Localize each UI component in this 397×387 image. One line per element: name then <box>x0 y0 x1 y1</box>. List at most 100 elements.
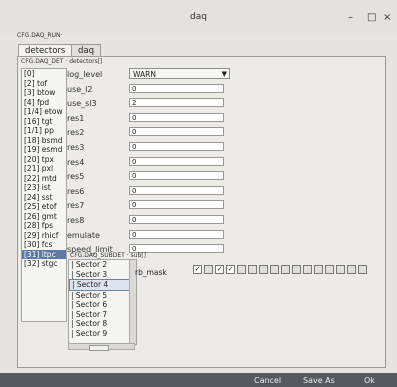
field-label: res4 <box>67 157 85 167</box>
subdet-item[interactable]: | Sector 6 <box>69 300 136 310</box>
detector-item[interactable]: [29] rhicf <box>22 231 66 241</box>
field-input[interactable]: 0 <box>129 127 224 137</box>
detector-item[interactable]: [1/1] pp <box>22 126 66 136</box>
field-row: res2 0 <box>67 126 367 138</box>
field-input[interactable]: 0 <box>129 215 224 224</box>
subdet-list[interactable]: | Sector 2 | Sector 3 | Sector 4 | Sector 5… <box>68 259 137 345</box>
detector-item[interactable]: [21] pxl <box>22 164 66 174</box>
subdet-item[interactable]: | Sector 8 <box>69 319 136 329</box>
field-label: res3 <box>67 143 85 152</box>
scroll-thumb[interactable] <box>89 345 109 351</box>
detector-item[interactable]: [1/4] etow <box>22 107 66 117</box>
detector-item[interactable]: [0] <box>22 69 66 79</box>
detector-item[interactable]: [31] itpc <box>22 249 66 259</box>
field-label: log_level <box>67 70 103 79</box>
rb-mask-checkbox[interactable] <box>325 265 334 274</box>
field-row: res7 0 <box>67 199 367 211</box>
rb-mask-checkbox[interactable] <box>270 265 279 274</box>
field-label: use_l2 <box>67 84 93 94</box>
detector-item[interactable]: [28] fps <box>22 221 66 231</box>
rb-mask-checkbox[interactable] <box>314 265 323 274</box>
rb-mask-checkbox[interactable] <box>237 265 246 274</box>
field-row: res1 0 <box>67 112 367 124</box>
save-as-button[interactable]: Save As <box>303 376 335 385</box>
rb-mask-checkbox[interactable] <box>347 265 356 274</box>
subdet-item[interactable]: | Sector 9 <box>69 329 136 339</box>
cfg-run-label: CFG.DAQ_RUN· <box>17 32 63 39</box>
maximize-button[interactable]: □ <box>367 12 376 23</box>
field-label: res7 <box>67 201 85 211</box>
subdet-header: CFG.DAQ_SUBDET · sub[] <box>70 252 146 259</box>
detector-item[interactable]: [20] tpx <box>22 155 66 165</box>
detector-item[interactable]: [16] tgt <box>22 117 66 127</box>
field-label: emulate <box>67 230 100 240</box>
field-label: res2 <box>67 128 85 138</box>
detector-item[interactable]: [26] gmt <box>22 212 66 222</box>
field-row: res8 0 <box>67 214 367 226</box>
field-row: use_l2 0 <box>67 83 367 95</box>
detector-item[interactable]: [24] sst <box>22 193 66 203</box>
subdet-horizontal-scrollbar[interactable] <box>68 343 135 351</box>
rb-mask-checkbox[interactable] <box>204 265 213 274</box>
detector-item[interactable]: [25] etof <box>22 202 66 212</box>
subdet-item[interactable]: | Sector 4 <box>69 279 136 291</box>
detector-item[interactable]: [32] stgc <box>22 259 66 269</box>
field-row: res5 0 <box>67 170 367 182</box>
window-title: daq <box>190 12 207 22</box>
field-row: use_sl3 2 <box>67 97 367 109</box>
chevron-down-icon: ▼ <box>221 70 227 78</box>
detector-item[interactable]: [30] fcs <box>22 240 66 250</box>
cancel-button[interactable]: Cancel <box>254 376 281 385</box>
rb-mask-checkbox[interactable] <box>248 265 257 274</box>
log-level-select[interactable]: WARN ▼ <box>129 68 230 79</box>
field-input[interactable]: 0 <box>129 200 224 210</box>
field-label: use_sl3 <box>67 99 97 109</box>
field-input[interactable]: 2 <box>129 98 224 108</box>
rb-mask-checkbox[interactable]: ✓ <box>215 265 224 274</box>
field-label: res1 <box>67 113 85 123</box>
close-button[interactable]: × <box>383 12 391 23</box>
rb-mask-checkbox[interactable] <box>303 265 312 274</box>
ok-button[interactable]: Ok <box>364 376 375 385</box>
rb-mask-checkbox[interactable] <box>336 265 345 274</box>
field-input[interactable]: 0 <box>129 156 224 166</box>
detector-item[interactable]: [2] tof <box>22 79 66 89</box>
field-row: res6 0 <box>67 185 367 197</box>
detectors-header: CFG.DAQ_DET · detectors[] <box>21 58 103 65</box>
subdet-item[interactable]: | Sector 2 <box>69 260 136 270</box>
field-input[interactable]: 0 <box>129 229 224 239</box>
field-input[interactable]: 0 <box>129 83 224 93</box>
detector-list[interactable]: [0] [2] tof [3] btow [4] fpd [1/4] etow [16] … <box>21 68 67 322</box>
field-row: res4 0 <box>67 156 367 168</box>
detector-item[interactable]: [23] ist <box>22 183 66 193</box>
field-row: res3 0 <box>67 141 367 153</box>
rb-mask-checkbox[interactable]: ✓ <box>226 265 235 274</box>
rb-mask-checkbox[interactable] <box>292 265 301 274</box>
detector-item[interactable]: [19] esmd <box>22 145 66 155</box>
subdet-item[interactable]: | Sector 7 <box>69 310 136 320</box>
detector-item[interactable]: [3] btow <box>22 88 66 98</box>
rb-mask-checkbox[interactable] <box>281 265 290 274</box>
rb-mask-checkbox[interactable] <box>259 265 268 274</box>
field-input[interactable]: 0 <box>129 142 224 151</box>
detector-item[interactable]: [22] mtd <box>22 174 66 184</box>
detectors-panel: CFG.DAQ_DET · detectors[] [0] [2] tof [3] … <box>17 56 386 368</box>
subdet-item[interactable]: | Sector 3 <box>69 270 136 280</box>
daq-window: daq – □ × CFG.DAQ_RUN· detectors daq CFG… <box>0 0 397 387</box>
bottom-button-bar <box>0 373 397 387</box>
field-label: res8 <box>67 216 85 225</box>
rb-mask-checkbox[interactable] <box>358 265 367 274</box>
field-label: res5 <box>67 172 85 182</box>
field-row: emulate 0 <box>67 229 367 241</box>
field-input[interactable]: 0 <box>129 171 224 181</box>
detector-item[interactable]: [18] bsmd <box>22 136 66 146</box>
field-input[interactable]: 0 <box>129 112 224 122</box>
detector-item[interactable]: [4] fpd <box>22 98 66 108</box>
rb-mask-checkbox[interactable]: ✓ <box>193 265 202 274</box>
minimize-button[interactable]: – <box>348 12 353 23</box>
subdet-item[interactable]: | Sector 5 <box>69 291 136 301</box>
title-bar: daq – □ × <box>0 0 397 33</box>
rb-mask-label: rb_mask <box>135 268 167 277</box>
field-label: res6 <box>67 186 85 196</box>
field-input[interactable]: 0 <box>129 185 224 195</box>
